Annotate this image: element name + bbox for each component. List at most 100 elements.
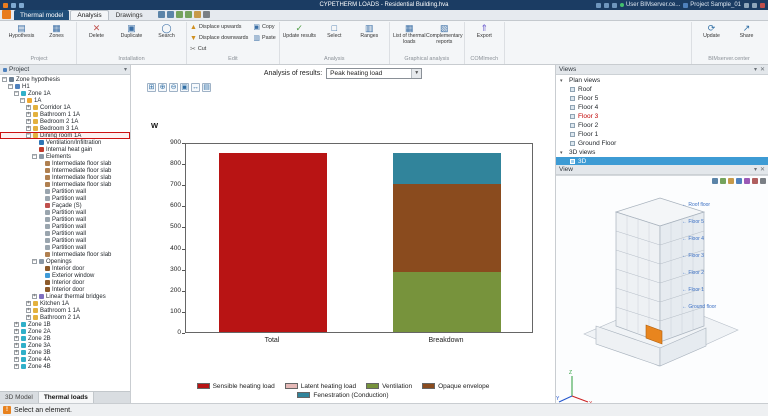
print-icon[interactable]: ▤ — [202, 83, 211, 92]
tree-expander-icon[interactable]: + — [26, 315, 31, 320]
tree-expander-icon[interactable]: + — [14, 322, 19, 327]
tree-expander-icon[interactable]: + — [14, 343, 19, 348]
tree-item-zone-4b[interactable]: +Zone 4B — [0, 363, 130, 370]
tree-expander-icon[interactable]: + — [26, 301, 31, 306]
bottom-tab-thermal-loads[interactable]: Thermal loads — [39, 392, 94, 403]
tree-expander-icon[interactable]: + — [14, 336, 19, 341]
settings-icon[interactable] — [612, 3, 617, 8]
tree-item-1a[interactable]: −1A — [0, 97, 130, 104]
update-button[interactable]: ⟳Update — [694, 22, 729, 40]
view-item-3d[interactable]: 3D — [556, 157, 768, 165]
tree-expander-icon[interactable]: − — [8, 84, 13, 89]
view-close-icon[interactable]: ✕ — [760, 166, 765, 173]
notifications-icon[interactable] — [604, 3, 609, 8]
tree-expander-icon[interactable]: + — [26, 126, 31, 131]
view-item-floor-1[interactable]: Floor 1 — [556, 130, 768, 139]
export-button[interactable]: ⇑Export — [467, 22, 502, 40]
tree-item-intermediate-floor-slab[interactable]: Intermediate floor slab — [0, 167, 130, 174]
tree-item-intermediate-floor-slab[interactable]: Intermediate floor slab — [0, 160, 130, 167]
zoom-view-icon[interactable] — [728, 178, 734, 184]
view-item-ground-floor[interactable]: Ground Floor — [556, 139, 768, 148]
tree-expander-icon[interactable]: + — [14, 364, 19, 369]
tree-item-bedroom-2-1a[interactable]: +Bedroom 2 1A — [0, 118, 130, 125]
tree-item-internal-heat-gain[interactable]: Internal heat gain — [0, 146, 130, 153]
duplicate-button[interactable]: ▣Duplicate — [114, 22, 149, 40]
tree-item-zone-1b[interactable]: +Zone 1B — [0, 321, 130, 328]
cut-button[interactable]: ✂Cut — [189, 44, 207, 55]
language-icon[interactable] — [744, 3, 749, 8]
analysis-select[interactable]: Peak heating load ▼ — [326, 68, 422, 79]
qat-config-icon[interactable] — [203, 11, 210, 18]
share-button[interactable]: ↗Share — [729, 22, 764, 40]
tree-item-zone-3a[interactable]: +Zone 3A — [0, 342, 130, 349]
tree-item-zone-4a[interactable]: +Zone 4A — [0, 356, 130, 363]
tree-item-partition-wall[interactable]: Partition wall — [0, 195, 130, 202]
tab-thermal-model[interactable]: Thermal model — [14, 10, 69, 20]
tree-item-partition-wall[interactable]: Partition wall — [0, 188, 130, 195]
view-settings-icon[interactable] — [760, 178, 766, 184]
tree-item-partition-wall[interactable]: Partition wall — [0, 230, 130, 237]
views-section-plan-views[interactable]: ▾Plan views — [556, 76, 768, 85]
project-chip[interactable]: Project Sample_01 — [683, 2, 741, 8]
pan-view-icon[interactable] — [720, 178, 726, 184]
tab-analysis[interactable]: Analysis — [70, 10, 108, 20]
qat-redo-icon[interactable] — [185, 11, 192, 18]
view-item-floor-5[interactable]: Floor 5 — [556, 94, 768, 103]
tree-item-interior-door[interactable]: Interior door — [0, 279, 130, 286]
zoom-out-icon[interactable]: ⊖ — [169, 83, 178, 92]
tree-expander-icon[interactable]: − — [32, 259, 37, 264]
section-icon[interactable] — [744, 178, 750, 184]
view-item-floor-4[interactable]: Floor 4 — [556, 103, 768, 112]
tree-expander-icon[interactable]: + — [14, 329, 19, 334]
complementary-reports-button[interactable]: ▧Complementary reports — [427, 22, 462, 45]
info-icon[interactable] — [752, 3, 757, 8]
viewport-3d[interactable]: Z X Y Roof floorFloor 5Floor 4Floor 3Flo… — [556, 175, 768, 403]
tree-item-kitchen-1a[interactable]: +Kitchen 1A — [0, 300, 130, 307]
tree-item-interior-door[interactable]: Interior door — [0, 265, 130, 272]
hypothesis-button[interactable]: ▤Hypothesis — [4, 22, 39, 40]
search-button[interactable]: ◯Search — [149, 22, 184, 40]
render-icon[interactable] — [752, 178, 758, 184]
displace-upwards-button[interactable]: ▲Displace upwards — [189, 22, 242, 33]
close-icon[interactable] — [760, 3, 765, 8]
tree-item-zone-hypothesis[interactable]: −Zone hypothesis — [0, 76, 130, 83]
help-icon[interactable] — [596, 3, 601, 8]
zoom-in-icon[interactable]: ⊕ — [158, 83, 167, 92]
tree-item-zone-3b[interactable]: +Zone 3B — [0, 349, 130, 356]
views-section-3d-views[interactable]: ▾3D views — [556, 148, 768, 157]
qat-print-icon[interactable] — [167, 11, 174, 18]
tree-expander-icon[interactable]: + — [26, 119, 31, 124]
tree-expander-icon[interactable]: − — [20, 98, 25, 103]
tree-item-openings[interactable]: −Openings — [0, 258, 130, 265]
qat-layers-icon[interactable] — [194, 11, 201, 18]
tree-expander-icon[interactable]: + — [32, 294, 37, 299]
delete-button[interactable]: ✕Delete — [79, 22, 114, 40]
paste-button[interactable]: ▥Paste — [252, 33, 276, 44]
tree-item-partition-wall[interactable]: Partition wall — [0, 223, 130, 230]
tree-item-zone-1a[interactable]: −Zone 1A — [0, 90, 130, 97]
tree-expander-icon[interactable]: + — [26, 308, 31, 313]
tree-item-bathroom-1-1a[interactable]: +Bathroom 1 1A — [0, 307, 130, 314]
tree-expander-icon[interactable]: − — [32, 154, 37, 159]
tree-expander-icon[interactable]: + — [14, 350, 19, 355]
fit-view-icon[interactable] — [736, 178, 742, 184]
tree-item-ventilation-infiltration[interactable]: Ventilation/Infiltration — [0, 139, 130, 146]
tab-drawings[interactable]: Drawings — [110, 10, 149, 20]
cype-logo-icon[interactable] — [2, 10, 11, 19]
tree-item-intermediate-floor-slab[interactable]: Intermediate floor slab — [0, 181, 130, 188]
tree-expander-icon[interactable]: + — [14, 357, 19, 362]
tree-item-h1[interactable]: −H1 — [0, 83, 130, 90]
tree-item-zone-2b[interactable]: +Zone 2B — [0, 335, 130, 342]
tree-item-partition-wall[interactable]: Partition wall — [0, 237, 130, 244]
tree-expander-icon[interactable]: − — [14, 91, 19, 96]
select-button[interactable]: □Select — [317, 22, 352, 40]
tree-item-fa-ade-s[interactable]: Façade (S) — [0, 202, 130, 209]
zoom-extents-icon[interactable]: ▣ — [180, 83, 189, 92]
tree-item-partition-wall[interactable]: Partition wall — [0, 209, 130, 216]
views-close-icon[interactable]: ✕ — [760, 66, 765, 73]
tree-item-dining-room-1a[interactable]: −Dining room 1A — [0, 132, 130, 139]
view-item-floor-3[interactable]: Floor 3 — [556, 112, 768, 121]
tree-item-exterior-window[interactable]: Exterior window — [0, 272, 130, 279]
tree-item-bathroom-1-1a[interactable]: +Bathroom 1 1A — [0, 111, 130, 118]
tree-item-elements[interactable]: −Elements — [0, 153, 130, 160]
